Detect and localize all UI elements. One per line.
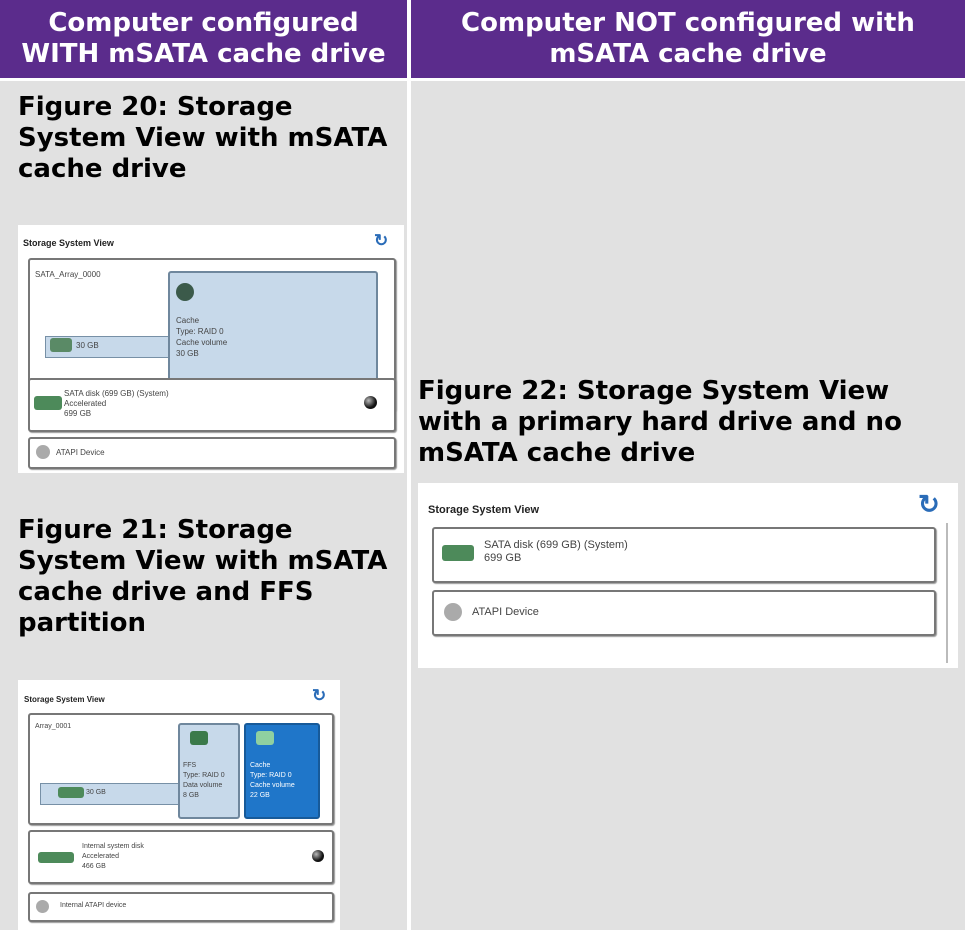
bar-size: 30 GB [86,789,106,796]
panel-title: Storage System View [428,504,540,516]
header-line: WITH mSATA cache drive [21,39,386,69]
figure-22-screenshot: Storage System View ↻ SATA disk (699 GB)… [418,483,958,668]
atapi-device-box[interactable]: ATAPI Device [28,437,396,469]
optical-drive-icon [36,445,50,459]
hard-disk-icon [34,396,62,410]
detail-line: Data volume [183,782,223,789]
hard-disk-icon [442,545,474,561]
caption-line: mSATA cache drive [418,438,696,468]
disk-details: SATA disk (699 GB) (System) 699 GB [484,539,628,565]
detail-line: Type: RAID 0 [250,772,292,779]
refresh-icon[interactable]: ↻ [918,489,940,520]
figure-22-caption: Figure 22: Storage System View with a pr… [418,376,902,469]
column-header-without-msata: Computer NOT configured with mSATA cache… [411,0,965,78]
detail-line: 699 GB [64,409,92,418]
array-name: SATA_Array_0000 [35,270,101,279]
detail-line: 699 GB [484,552,522,564]
detail-line: Cache [250,762,271,769]
detail-line: Cache [176,316,200,325]
figure-20-caption: Figure 20: Storage System View with mSAT… [18,92,387,185]
status-dot-icon [312,850,324,862]
detail-line: 30 GB [176,349,199,358]
ffs-volume-box[interactable]: FFS Type: RAID 0 Data volume 8 GB [178,723,240,819]
ffs-details: FFS Type: RAID 0 Data volume 8 GB [183,761,225,801]
caption-line: Figure 21: Storage [18,515,293,545]
sata-disk-box[interactable]: SATA disk (699 GB) (System) 699 GB [432,527,936,583]
refresh-icon[interactable]: ↻ [312,686,326,706]
array-box[interactable]: Array_0001 30 GB FFS Type: RAID 0 Data vol… [28,713,334,825]
refresh-icon[interactable]: ↻ [374,231,388,251]
cache-details: Cache Type: RAID 0 Cache volume 30 GB [176,315,227,359]
caption-line: System View with mSATA [18,546,388,576]
cache-details: Cache Type: RAID 0 Cache volume 22 GB [250,761,295,801]
hard-disk-icon [50,338,72,352]
internal-disk-box[interactable]: Internal system disk Accelerated 466 GB [28,830,334,884]
disk-details: SATA disk (699 GB) (System) Accelerated 69… [64,389,169,419]
detail-line: 466 GB [82,863,106,870]
detail-line: Accelerated [64,399,107,408]
caption-line: cache drive [18,154,187,184]
column-header-with-msata: Computer configured WITH mSATA cache dri… [0,0,407,78]
ffs-disk-icon [190,731,208,745]
scrollbar-track[interactable] [946,523,948,663]
optical-drive-icon [36,900,49,913]
caption-line: System View with mSATA [18,123,388,153]
figure-20-screenshot: Storage System View ↻ SATA_Array_0000 30… [18,225,404,473]
array-name: Array_0001 [35,723,72,730]
header-line: Computer configured [48,8,359,38]
detail-line: Internal system disk [82,843,144,850]
atapi-device-box[interactable]: Internal ATAPI device [28,892,334,922]
cache-disk-icon [176,283,194,301]
detail-line: Cache volume [250,782,295,789]
atapi-device-box[interactable]: ATAPI Device [432,590,936,636]
detail-line: FFS [183,762,197,769]
panel-title: Storage System View [23,238,114,248]
atapi-label: ATAPI Device [472,606,539,618]
bar-size: 30 GB [76,341,99,350]
detail-line: 8 GB [183,792,199,799]
header-line: Computer NOT configured with [461,8,915,38]
cache-volume-box[interactable]: Cache Type: RAID 0 Cache volume 22 GB [244,723,320,819]
disk-details: Internal system disk Accelerated 466 GB [82,842,144,872]
hard-disk-icon [58,787,84,798]
atapi-label: Internal ATAPI device [60,902,127,909]
sata-disk-box[interactable]: SATA disk (699 GB) (System) Accelerated 69… [28,378,396,432]
figure-21-screenshot: Storage System View ↻ Array_0001 30 GB F… [18,680,340,930]
detail-line: Accelerated [82,853,119,860]
caption-line: Figure 20: Storage [18,92,293,122]
header-line: mSATA cache drive [549,39,827,69]
detail-line: SATA disk (699 GB) (System) [484,539,628,551]
caption-line: with a primary hard drive and no [418,407,902,437]
panel-title: Storage System View [24,695,105,704]
hard-disk-icon [38,852,74,863]
caption-line: cache drive and FFS [18,577,314,607]
detail-line: Cache volume [176,338,228,347]
detail-line: Type: RAID 0 [176,327,224,336]
atapi-label: ATAPI Device [56,448,105,457]
caption-line: Figure 22: Storage System View [418,376,890,406]
optical-drive-icon [444,603,462,621]
detail-line: SATA disk (699 GB) (System) [64,389,169,398]
detail-line: Type: RAID 0 [183,772,225,779]
caption-line: partition [18,608,147,638]
detail-line: 22 GB [250,792,270,799]
figure-21-caption: Figure 21: Storage System View with mSAT… [18,515,387,639]
status-dot-icon [364,396,377,409]
cache-disk-icon [256,731,274,745]
